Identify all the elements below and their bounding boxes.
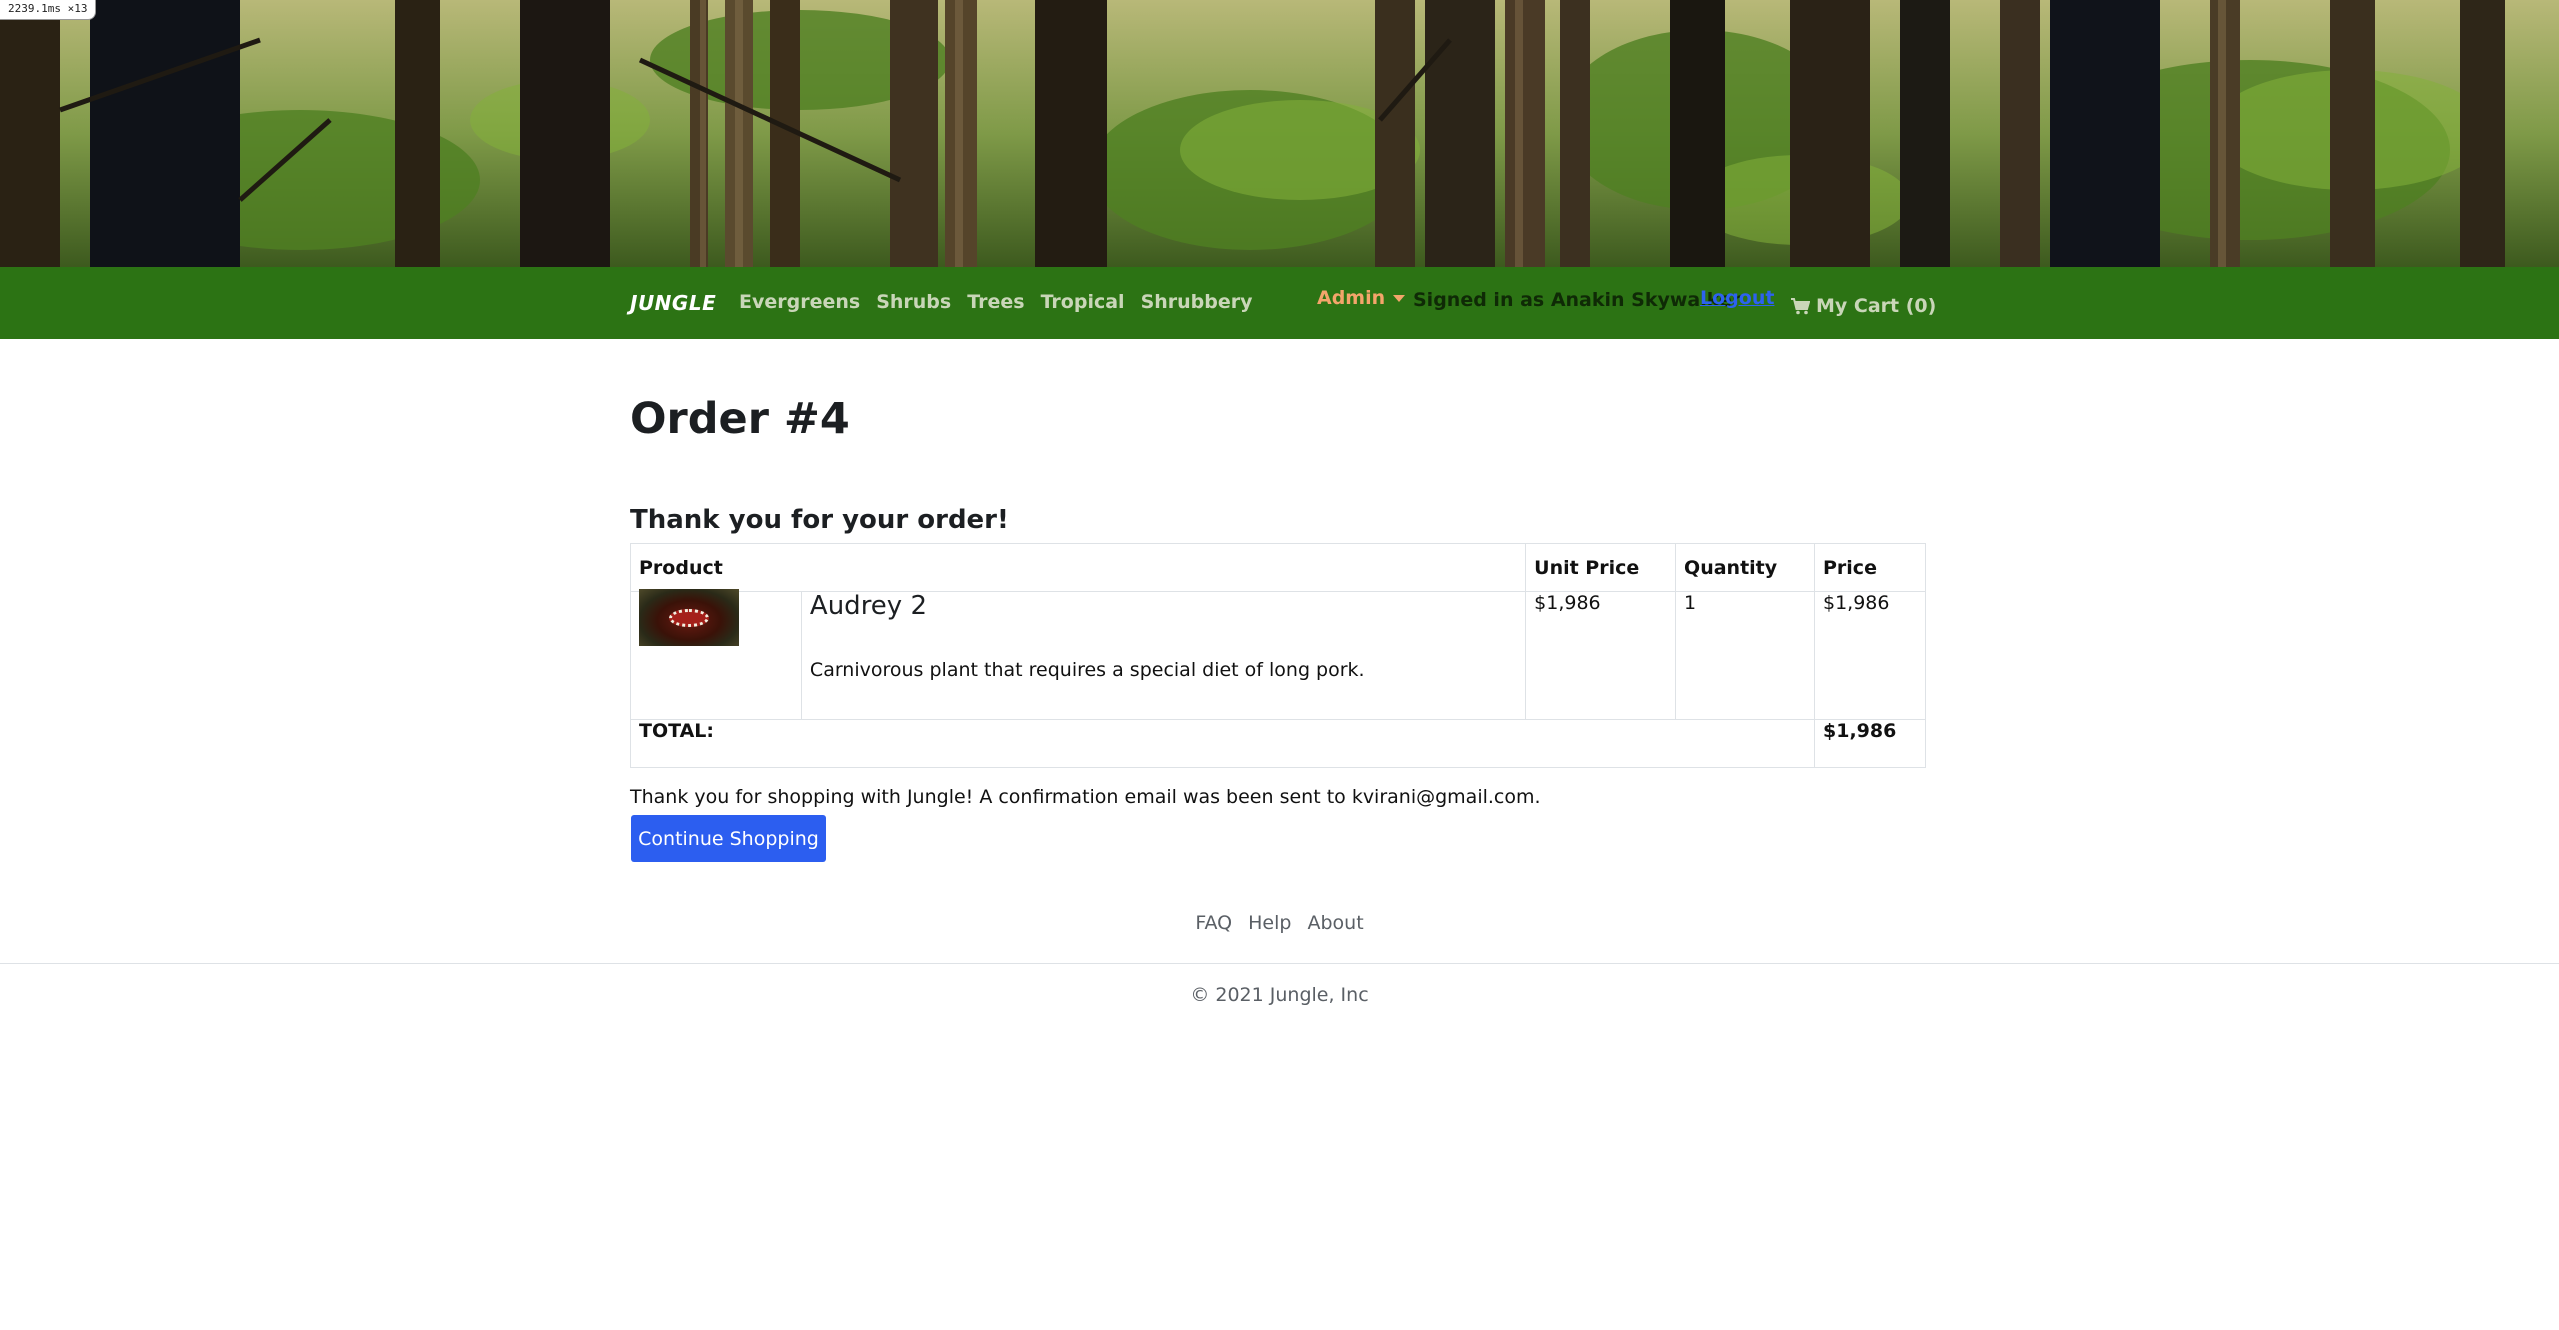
product-name: Audrey 2 bbox=[809, 591, 927, 621]
header-quantity: Quantity bbox=[1675, 543, 1815, 592]
nav-link-evergreens[interactable]: Evergreens bbox=[739, 291, 860, 313]
product-description: Carnivorous plant that requires a specia… bbox=[809, 659, 1365, 681]
unit-price-cell: $1,986 bbox=[1525, 591, 1677, 720]
total-value: $1,986 bbox=[1814, 719, 1926, 768]
product-details-cell: Audrey 2 Carnivorous plant that requires… bbox=[800, 591, 1527, 720]
forest-banner-image bbox=[0, 0, 2559, 267]
continue-shopping-button[interactable]: Continue Shopping bbox=[631, 815, 826, 862]
logout-link[interactable]: Logout bbox=[1700, 287, 1774, 309]
cart-label: My Cart (0) bbox=[1816, 295, 1937, 317]
confirmation-message: Thank you for shopping with Jungle! A co… bbox=[630, 786, 1541, 808]
copyright-text: © 2021 Jungle, Inc bbox=[1190, 984, 1369, 1006]
top-navbar: JUNGLE Evergreens Shrubs Trees Tropical … bbox=[0, 267, 2559, 339]
header-product: Product bbox=[629, 543, 1527, 592]
perf-badge: 2239.1ms ×13 bbox=[0, 0, 97, 20]
brand-logo[interactable]: JUNGLE bbox=[630, 291, 716, 315]
nav-link-shrubs[interactable]: Shrubs bbox=[876, 291, 951, 313]
shopping-cart-icon bbox=[1791, 297, 1810, 315]
signed-in-text: Signed in as Anakin Skywalker bbox=[1413, 289, 1742, 311]
footer-divider bbox=[0, 963, 2559, 964]
admin-label: Admin bbox=[1317, 287, 1386, 309]
nav-link-trees[interactable]: Trees bbox=[967, 291, 1024, 313]
footer-link-help[interactable]: Help bbox=[1248, 912, 1291, 934]
footer-link-about[interactable]: About bbox=[1307, 912, 1363, 934]
product-image-cell bbox=[630, 589, 802, 720]
table-header-row: Product Unit Price Quantity Price bbox=[629, 543, 1926, 592]
admin-dropdown[interactable]: Admin bbox=[1317, 287, 1406, 309]
thanks-heading: Thank you for your order! bbox=[630, 505, 1009, 535]
cart-link[interactable]: My Cart (0) bbox=[1791, 295, 1936, 317]
product-image bbox=[639, 589, 739, 646]
nav-link-tropical[interactable]: Tropical bbox=[1041, 291, 1125, 313]
table-row: Audrey 2 Carnivorous plant that requires… bbox=[630, 589, 1926, 720]
order-table: Product Unit Price Quantity Price Audrey… bbox=[629, 543, 1926, 768]
category-nav: Evergreens Shrubs Trees Tropical Shrubbe… bbox=[739, 291, 1253, 313]
header-price: Price bbox=[1814, 543, 1926, 592]
footer-links: FAQ Help About bbox=[0, 912, 2559, 934]
price-cell: $1,986 bbox=[1814, 591, 1926, 720]
quantity-cell: 1 bbox=[1675, 591, 1815, 720]
header-unit-price: Unit Price bbox=[1525, 543, 1677, 592]
footer-link-faq[interactable]: FAQ bbox=[1195, 912, 1232, 934]
caret-down-icon bbox=[1393, 294, 1406, 302]
page-title: Order #4 bbox=[630, 394, 850, 444]
nav-link-shrubbery[interactable]: Shrubbery bbox=[1141, 291, 1253, 313]
total-label: TOTAL: bbox=[630, 719, 1815, 768]
total-row: TOTAL: $1,986 bbox=[630, 719, 1926, 768]
